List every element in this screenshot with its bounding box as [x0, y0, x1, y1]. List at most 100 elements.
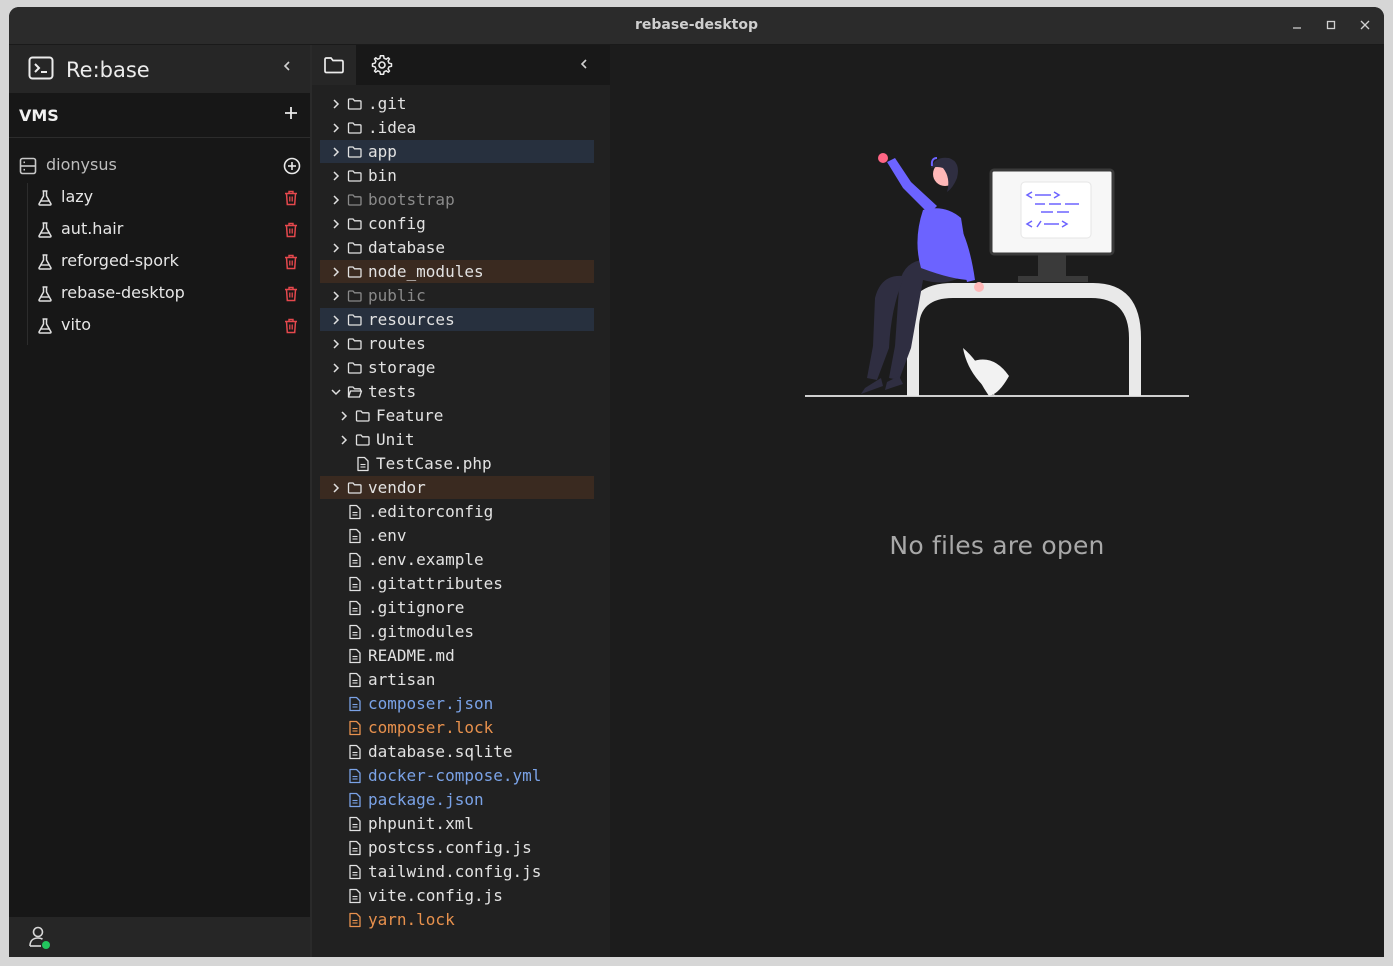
chevron-right-icon — [333, 315, 340, 325]
trash-icon[interactable] — [283, 253, 299, 271]
terminal-logo-icon — [28, 56, 54, 80]
file-row[interactable]: .gitignore — [312, 596, 610, 620]
maximize-button[interactable] — [1319, 13, 1343, 37]
file-row[interactable]: database.sqlite — [312, 740, 610, 764]
folder-name: .git — [368, 94, 407, 113]
vm-name: rebase-desktop — [61, 283, 185, 302]
folder-row[interactable]: resources — [312, 308, 610, 332]
folder-row[interactable]: tests — [312, 380, 610, 404]
title-bar: rebase-desktop — [9, 7, 1384, 45]
app-name: Re:base — [66, 58, 150, 82]
folder-row[interactable]: public — [312, 284, 610, 308]
file-row[interactable]: package.json — [312, 788, 610, 812]
file-row[interactable]: composer.json — [312, 692, 610, 716]
file-row[interactable]: README.md — [312, 644, 610, 668]
chevron-right-icon — [333, 147, 340, 157]
folder-row[interactable]: routes — [312, 332, 610, 356]
vm-item[interactable]: lazy — [27, 183, 310, 213]
file-row[interactable]: .env.example — [312, 548, 610, 572]
chevron-right-icon — [341, 435, 348, 445]
add-vm-icon[interactable] — [283, 105, 299, 121]
folder-row[interactable]: Feature — [312, 404, 610, 428]
folder-row[interactable]: app — [312, 140, 610, 164]
file-row[interactable]: docker-compose.yml — [312, 764, 610, 788]
file-row[interactable]: .editorconfig — [312, 500, 610, 524]
file-icon — [349, 672, 361, 688]
collapse-explorer-icon[interactable] — [578, 57, 590, 71]
add-circle-icon[interactable] — [282, 156, 302, 176]
file-name: docker-compose.yml — [368, 766, 542, 785]
folder-icon — [347, 218, 362, 230]
server-item[interactable]: dionysus — [9, 151, 310, 181]
file-name: tailwind.config.js — [368, 862, 542, 881]
brand-header: Re:base — [9, 45, 310, 93]
folder-row[interactable]: config — [312, 212, 610, 236]
file-icon — [349, 888, 361, 904]
trash-icon[interactable] — [283, 285, 299, 303]
file-row[interactable]: yarn.lock — [312, 908, 610, 932]
user-status-icon[interactable] — [28, 925, 52, 951]
vm-item[interactable]: reforged-spork — [27, 247, 310, 277]
folder-row[interactable]: .git — [312, 92, 610, 116]
chevron-right-icon — [333, 195, 340, 205]
file-name: artisan — [368, 670, 436, 689]
file-row[interactable]: tailwind.config.js — [312, 860, 610, 884]
file-row[interactable]: composer.lock — [312, 716, 610, 740]
vm-item[interactable]: rebase-desktop — [27, 279, 310, 309]
folder-icon — [347, 170, 362, 182]
editor-area: No files are open — [610, 45, 1384, 957]
flask-icon — [38, 190, 52, 206]
file-icon — [349, 696, 361, 712]
vm-item[interactable]: aut.hair — [27, 215, 310, 245]
file-row[interactable]: phpunit.xml — [312, 812, 610, 836]
folder-row[interactable]: bin — [312, 164, 610, 188]
minimize-button[interactable] — [1285, 13, 1309, 37]
tab-files[interactable] — [312, 45, 356, 85]
file-row[interactable]: vite.config.js — [312, 884, 610, 908]
trash-icon[interactable] — [283, 221, 299, 239]
folder-name: config — [368, 214, 426, 233]
folder-row[interactable]: .idea — [312, 116, 610, 140]
folder-name: Feature — [376, 406, 444, 425]
folder-name: app — [368, 142, 397, 161]
file-name: .env — [368, 526, 407, 545]
file-name: .env.example — [368, 550, 484, 569]
folder-icon — [355, 434, 370, 446]
sidebar: Re:base VMS dionysus lazy aut.hair refor… — [9, 45, 312, 957]
folder-icon — [347, 98, 362, 110]
minimize-icon — [1293, 27, 1301, 29]
folder-icon — [347, 482, 362, 494]
chevron-right-icon — [333, 219, 340, 229]
maximize-icon — [1326, 20, 1336, 30]
vm-name: reforged-spork — [61, 251, 179, 270]
file-row[interactable]: artisan — [312, 668, 610, 692]
folder-row[interactable]: database — [312, 236, 610, 260]
folder-name: routes — [368, 334, 426, 353]
folder-row[interactable]: Unit — [312, 428, 610, 452]
file-icon — [349, 744, 361, 760]
file-name: TestCase.php — [376, 454, 492, 473]
file-row[interactable]: .gitmodules — [312, 620, 610, 644]
file-row[interactable]: postcss.config.js — [312, 836, 610, 860]
file-name: README.md — [368, 646, 455, 665]
trash-icon[interactable] — [283, 189, 299, 207]
folder-row[interactable]: storage — [312, 356, 610, 380]
file-row[interactable]: TestCase.php — [312, 452, 610, 476]
file-row[interactable]: .gitattributes — [312, 572, 610, 596]
file-tree: .git .idea app bin bootstrap config database no… — [312, 92, 610, 932]
folder-row[interactable]: bootstrap — [312, 188, 610, 212]
flask-icon — [38, 286, 52, 302]
file-row[interactable]: .env — [312, 524, 610, 548]
chevron-right-icon — [333, 291, 340, 301]
server-icon — [19, 157, 37, 175]
collapse-sidebar-icon[interactable] — [281, 59, 293, 73]
folder-row[interactable]: vendor — [312, 476, 610, 500]
trash-icon[interactable] — [283, 317, 299, 335]
close-button[interactable] — [1353, 13, 1377, 37]
chevron-right-icon — [333, 483, 340, 493]
file-explorer: .git .idea app bin bootstrap config database no… — [312, 45, 610, 957]
folder-row[interactable]: node_modules — [312, 260, 610, 284]
tab-settings[interactable] — [360, 45, 404, 85]
vm-item[interactable]: vito — [27, 311, 310, 341]
chevron-right-icon — [333, 99, 340, 109]
